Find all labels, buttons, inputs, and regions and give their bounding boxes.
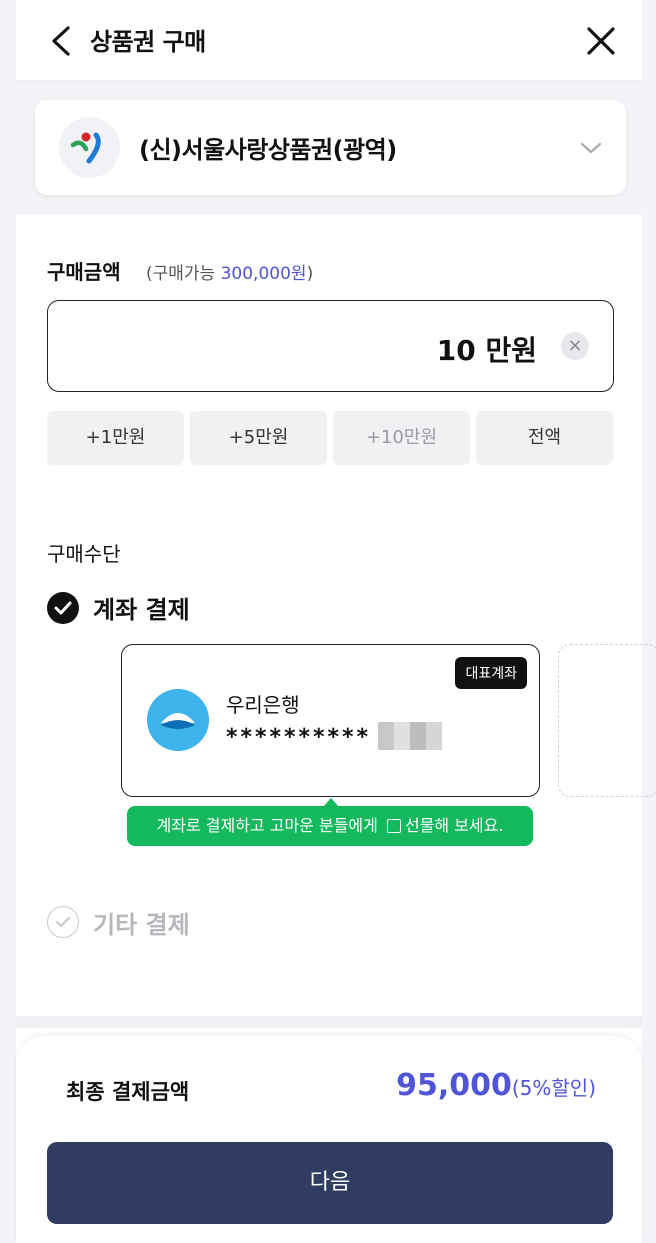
page-title: 상품권 구매 — [90, 28, 206, 56]
clear-icon[interactable]: × — [561, 332, 589, 360]
close-icon[interactable] — [582, 22, 620, 60]
header: 상품권 구매 — [16, 0, 642, 81]
tooltip-text-left: 계좌로 결제하고 고마운 분들에게 — [156, 816, 378, 835]
seoul-logo-icon — [59, 117, 120, 178]
divider — [16, 1016, 642, 1028]
available-prefix: (구매가능 — [146, 264, 221, 284]
woori-bank-logo-icon — [147, 689, 209, 751]
check-icon[interactable] — [47, 592, 79, 624]
account-payment-option[interactable]: 계좌 결제 — [93, 590, 190, 625]
add-account-card[interactable] — [558, 644, 656, 797]
bottom-sheet: 최종 결제금액 95,000(5%할인) 다음 — [16, 1036, 642, 1243]
account-card[interactable]: 대표계좌 우리은행 ********** — [121, 644, 540, 797]
discount-rate: (5%할인) — [511, 1076, 596, 1100]
final-amount-label: 최종 결제금액 — [66, 1080, 190, 1104]
voucher-dropdown[interactable]: (신)서울사랑상품권(광역) — [35, 100, 626, 195]
available-amount: (구매가능 300,000원) — [146, 259, 313, 284]
account-number: ********** — [226, 725, 372, 750]
back-arrow-icon[interactable] — [46, 22, 80, 60]
add-50000-button[interactable]: +5만원 — [190, 411, 327, 465]
final-amount: 95,000(5%할인) — [396, 1068, 596, 1103]
chevron-down-icon — [580, 142, 602, 154]
add-10000-button[interactable]: +1만원 — [47, 411, 184, 465]
available-value: 300,000원 — [220, 264, 307, 284]
amount-value: 10 만원 — [436, 334, 537, 367]
next-button[interactable]: 다음 — [47, 1142, 613, 1224]
final-amount-value: 95,000 — [396, 1068, 512, 1103]
full-amount-button[interactable]: 전액 — [476, 411, 613, 465]
bank-name: 우리은행 — [226, 693, 300, 717]
add-100000-button[interactable]: +10만원 — [333, 411, 470, 465]
unchecked-icon[interactable] — [47, 906, 79, 938]
primary-account-badge: 대표계좌 — [455, 657, 527, 689]
gift-icon — [386, 819, 401, 833]
gift-tooltip: 계좌로 결제하고 고마운 분들에게 선물해 보세요. — [127, 806, 533, 846]
available-suffix: ) — [306, 264, 314, 284]
amount-label: 구매금액 — [47, 260, 121, 284]
amount-input[interactable]: 10 만원 × — [47, 300, 614, 392]
voucher-name: (신)서울사랑상품권(광역) — [139, 136, 397, 164]
other-payment-option[interactable]: 기타 결제 — [93, 905, 190, 940]
tooltip-text-right: 선물해 보세요. — [404, 816, 504, 835]
masked-digits — [378, 722, 442, 750]
payment-method-label: 구매수단 — [47, 542, 121, 566]
